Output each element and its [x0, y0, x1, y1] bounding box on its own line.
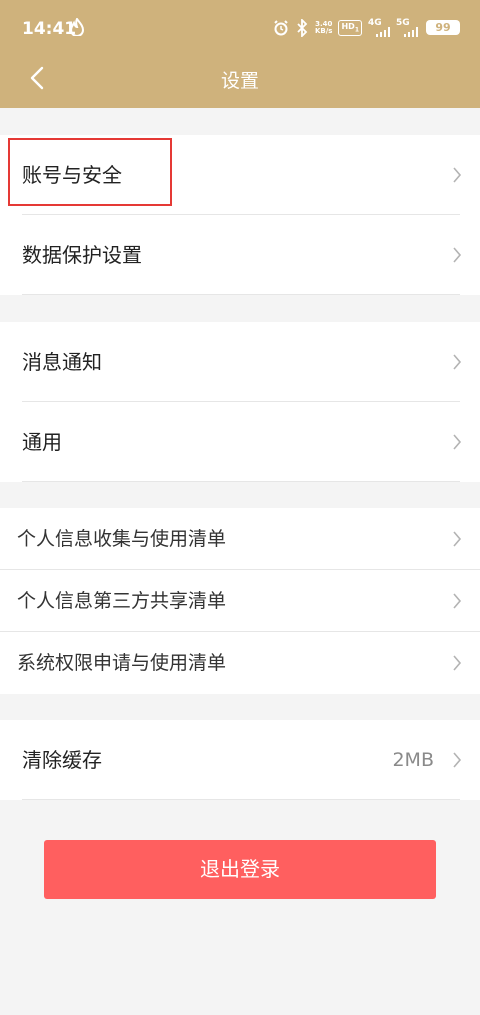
signal-4g: 4G: [368, 19, 390, 37]
logout-button[interactable]: 退出登录: [44, 840, 436, 899]
settings-item-label: 数据保护设置: [22, 243, 142, 267]
settings-item-label: 系统权限申请与使用清单: [17, 652, 227, 674]
settings-item-account-security[interactable]: 账号与安全: [0, 135, 480, 215]
chevron-right-icon: [453, 752, 462, 768]
chevron-right-icon: [453, 655, 462, 671]
settings-item-label: 通用: [22, 430, 62, 454]
settings-item-label: 消息通知: [22, 350, 102, 374]
settings-group-cache: 清除缓存 2MB: [0, 720, 480, 800]
settings-item-data-protection[interactable]: 数据保护设置: [0, 215, 480, 295]
settings-group-notifications: 消息通知 通用: [0, 322, 480, 482]
settings-group-account: 账号与安全 数据保护设置: [0, 135, 480, 295]
settings-item-clear-cache[interactable]: 清除缓存 2MB: [0, 720, 480, 800]
bluetooth-icon: [297, 19, 308, 37]
settings-item-label: 清除缓存: [22, 748, 102, 772]
status-bar: 14:41 3.40 KB/s HD1 4G 5G 99: [0, 0, 480, 56]
cache-size-value: 2MB: [392, 749, 434, 771]
settings-item-personal-info-collection[interactable]: 个人信息收集与使用清单: [0, 508, 480, 570]
settings-item-general[interactable]: 通用: [0, 402, 480, 482]
battery-indicator: 99: [426, 20, 460, 35]
settings-item-notifications[interactable]: 消息通知: [0, 322, 480, 402]
page-title: 设置: [220, 70, 259, 92]
settings-item-third-party-sharing[interactable]: 个人信息第三方共享清单: [0, 570, 480, 632]
settings-item-system-permissions[interactable]: 系统权限申请与使用清单: [0, 632, 480, 694]
sim-number: 1: [354, 26, 359, 34]
header: 14:41 3.40 KB/s HD1 4G 5G 99 设置: [0, 0, 480, 108]
divider: [22, 481, 460, 482]
net-speed-unit: KB/s: [314, 27, 333, 35]
chevron-right-icon: [453, 593, 462, 609]
chevron-right-icon: [453, 354, 462, 370]
chevron-right-icon: [453, 531, 462, 547]
signal-5g-icon: [404, 27, 418, 37]
status-time: 14:41: [22, 19, 77, 39]
settings-item-label: 个人信息收集与使用清单: [17, 528, 227, 550]
settings-item-label: 账号与安全: [22, 163, 122, 187]
signal-4g-icon: [376, 27, 390, 37]
net-speed: 3.40 KB/s: [315, 21, 332, 35]
chevron-right-icon: [453, 434, 462, 450]
signal-5g: 5G: [396, 19, 418, 37]
chevron-right-icon: [453, 167, 462, 183]
alarm-icon: [274, 20, 288, 36]
divider: [22, 799, 460, 800]
hd-icon: HD1: [338, 19, 362, 37]
settings-item-label: 个人信息第三方共享清单: [17, 590, 227, 612]
chevron-right-icon: [453, 247, 462, 263]
divider: [22, 294, 460, 295]
flame-icon: [70, 18, 84, 36]
status-icons: 3.40 KB/s HD1 4G 5G: [273, 18, 418, 38]
hd-label: HD: [341, 21, 355, 31]
settings-group-privacy-lists: 个人信息收集与使用清单 个人信息第三方共享清单 系统权限申请与使用清单: [0, 508, 480, 694]
